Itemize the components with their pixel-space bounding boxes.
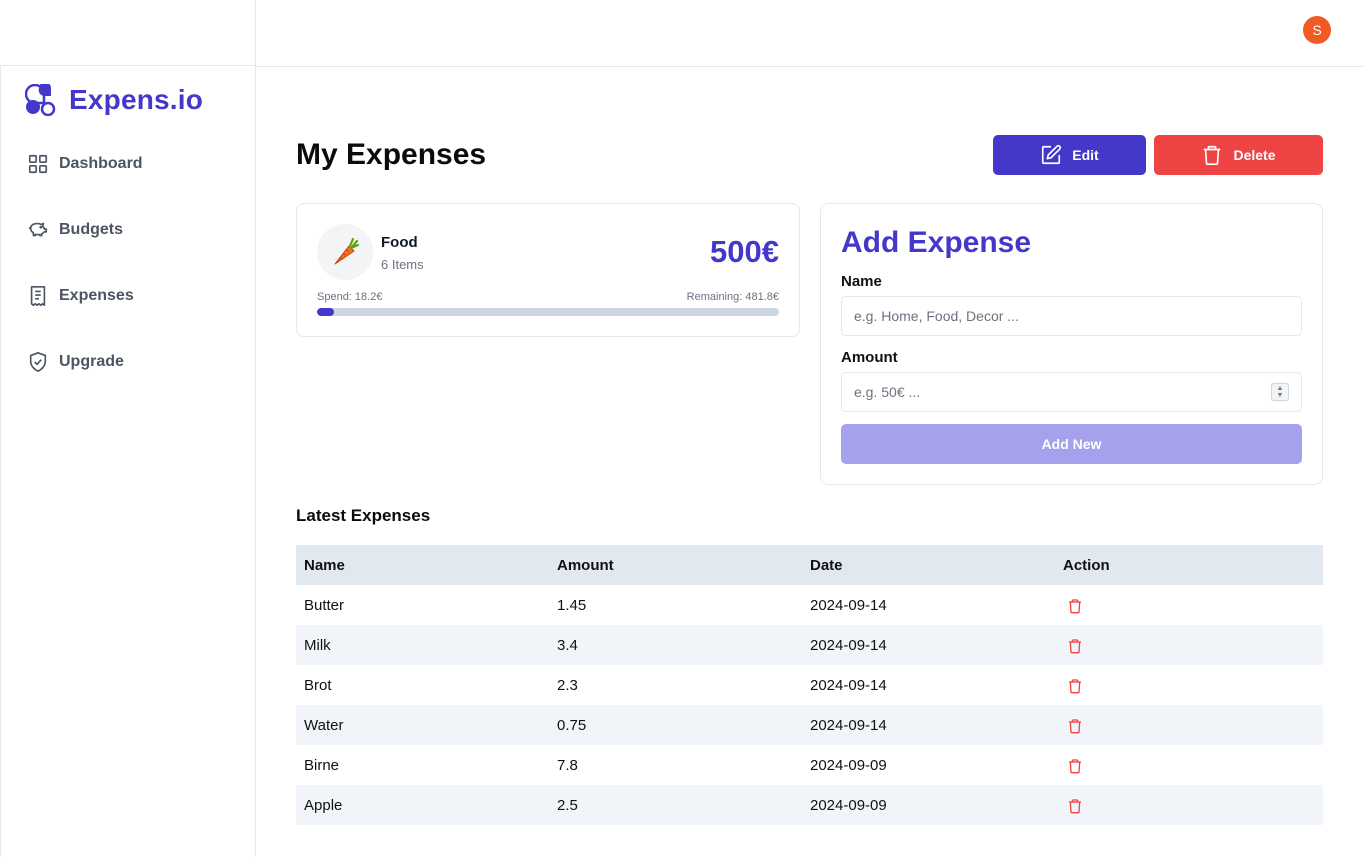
avatar[interactable]: S [1303,16,1331,44]
expense-amount: 0.75 [549,705,802,745]
table-header-row: Name Amount Date Action [296,545,1323,585]
page-title: My Expenses [296,138,487,171]
expense-action [1055,585,1323,625]
expense-name: Brot [304,676,332,694]
logo[interactable]: Expens.io [25,84,203,116]
expense-date: 2024-09-14 [810,596,887,614]
sidebar: Expens.io Dashboard Budgets Expenses Upg… [0,65,256,857]
budget-amount: 500€ [710,234,779,269]
amount-label: Amount [841,349,898,366]
table-row: Water 0.75 2024-09-14 [296,705,1323,745]
sidebar-item-expenses[interactable]: Expenses [27,285,134,307]
sidebar-item-label: Budgets [59,221,123,238]
expenses-table: Name Amount Date Action Butter 1.45 2024-0… [296,545,1323,825]
table-row: Apple 2.5 2024-09-09 [296,785,1323,825]
column-header-amount: Amount [549,545,802,585]
delete-expense-icon[interactable] [1067,678,1083,694]
expense-action [1055,745,1323,785]
expense-date: 2024-09-09 [810,756,887,774]
budget-card[interactable]: Food 6 Items 500€ Spend: 18.2€ Remaining… [296,203,800,337]
column-header-action: Action [1055,545,1323,585]
expense-action [1055,785,1323,825]
chevron-down-icon: ▼ [1276,392,1284,399]
remaining-label: Remaining: 481.8€ [686,291,779,303]
expense-date: 2024-09-09 [802,785,1055,825]
budget-items-count: 6 Items [381,257,424,272]
carrot-icon [317,224,373,280]
expense-name: Butter [304,596,345,614]
delete-button-label: Delete [1233,147,1276,163]
edit-button[interactable]: Edit [993,135,1146,175]
table-row: Brot 2.3 2024-09-14 [296,665,1323,705]
sidebar-item-label: Upgrade [59,353,124,370]
expense-amount: 1.45 [557,596,587,614]
amount-field-wrapper: ▲ ▼ [821,372,1322,412]
delete-expense-icon[interactable] [1067,718,1083,734]
expense-amount: 2.3 [557,676,578,694]
add-expense-card: Add Expense Name Amount ▲ ▼ Add New [820,203,1323,485]
sidebar-item-label: Expenses [59,287,134,304]
sidebar-item-dashboard[interactable]: Dashboard [27,153,143,175]
expense-name: Milk [296,625,549,665]
logo-icon [25,84,56,116]
expense-name: Water [296,705,549,745]
budget-name: Food [381,234,418,251]
table-row: Birne 7.8 2024-09-09 [296,745,1323,785]
expense-action [1055,625,1323,665]
edit-button-label: Edit [1072,147,1099,163]
expense-amount: 7.8 [557,756,578,774]
table-row: Milk 3.4 2024-09-14 [296,625,1323,665]
latest-expenses-title: Latest Expenses [296,506,431,525]
sidebar-item-label: Dashboard [59,155,143,172]
logo-text: Expens.io [69,84,204,115]
name-label: Name [841,273,882,290]
expense-date: 2024-09-14 [802,625,1055,665]
spend-label: Spend: 18.2€ [317,291,383,303]
expense-amount: 2.5 [549,785,802,825]
chevron-up-icon: ▲ [1276,385,1284,392]
delete-expense-icon[interactable] [1067,638,1083,654]
delete-expense-icon[interactable] [1067,598,1083,614]
expense-action [1055,665,1323,705]
piggy-bank-icon [28,222,48,237]
amount-input[interactable] [841,372,1302,412]
delete-expense-icon[interactable] [1067,798,1083,814]
receipt-icon [30,286,46,306]
top-bar: S [256,0,1363,67]
trash-icon [1204,145,1221,165]
delete-expense-icon[interactable] [1067,758,1083,774]
expense-amount: 3.4 [549,625,802,665]
delete-button[interactable]: Delete [1154,135,1323,175]
add-new-button[interactable]: Add New [841,424,1302,464]
expense-name: Apple [296,785,549,825]
expense-name: Birne [304,756,340,774]
expense-date: 2024-09-14 [802,705,1055,745]
expense-date: 2024-09-14 [810,676,887,694]
budget-progress-bar [317,308,779,316]
sidebar-header [0,0,256,66]
budget-progress-fill [317,308,334,316]
table-row: Butter 1.45 2024-09-14 [296,585,1323,625]
sidebar-item-upgrade[interactable]: Upgrade [27,351,124,373]
pen-square-icon [1042,144,1062,165]
sidebar-item-budgets[interactable]: Budgets [27,219,123,241]
add-expense-title: Add Expense [841,226,1032,259]
column-header-name: Name [296,545,549,585]
grid-icon [28,154,48,174]
shield-check-icon [29,352,47,372]
amount-stepper[interactable]: ▲ ▼ [1271,383,1289,401]
expense-action [1055,705,1323,745]
name-input[interactable] [841,296,1302,336]
column-header-date: Date [802,545,1055,585]
